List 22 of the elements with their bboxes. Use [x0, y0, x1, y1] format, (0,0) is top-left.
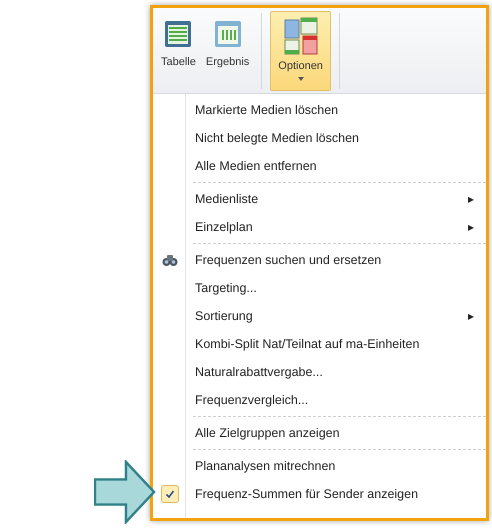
submenu-arrow: ▸ [468, 309, 474, 323]
ribbon-button[interactable]: Optionen [270, 11, 331, 91]
menu-item[interactable]: Naturalrabattvergabe... [153, 358, 486, 386]
menu-item[interactable]: Frequenzen suchen und ersetzen [153, 246, 486, 274]
menu-item[interactable]: Plananalysen mitrechnen [153, 452, 486, 480]
menu-item[interactable]: Sortierung ▸ [153, 302, 486, 330]
submenu-arrow: ▸ [468, 220, 474, 234]
menu-item[interactable]: Frequenz-Summen für Sender anzeigen [153, 480, 486, 508]
menu-item[interactable]: Markierte Medien löschen [153, 96, 486, 124]
menu-item[interactable]: Einzelplan ▸ [153, 213, 486, 241]
ribbon-button[interactable]: Tabelle [157, 11, 200, 91]
menu-item[interactable]: Medienliste ▸ [153, 185, 486, 213]
menu-item[interactable]: Nicht belegte Medien löschen [153, 124, 486, 152]
menu-item[interactable]: Kombi-Split Nat/Teilnat auf ma-Einheiten [153, 330, 486, 358]
ribbon-button[interactable]: Ergebnis [202, 11, 254, 91]
menu-item[interactable]: Alle Zielgruppen anzeigen [153, 419, 486, 447]
menu-item[interactable]: Targeting... [153, 274, 486, 302]
submenu-arrow: ▸ [468, 192, 474, 206]
binoculars-icon [162, 253, 178, 267]
menu-item[interactable]: Alle Medien entfernen [153, 152, 486, 180]
menu-item[interactable]: Frequenzvergleich... [153, 386, 486, 414]
callout-arrow [94, 460, 156, 524]
